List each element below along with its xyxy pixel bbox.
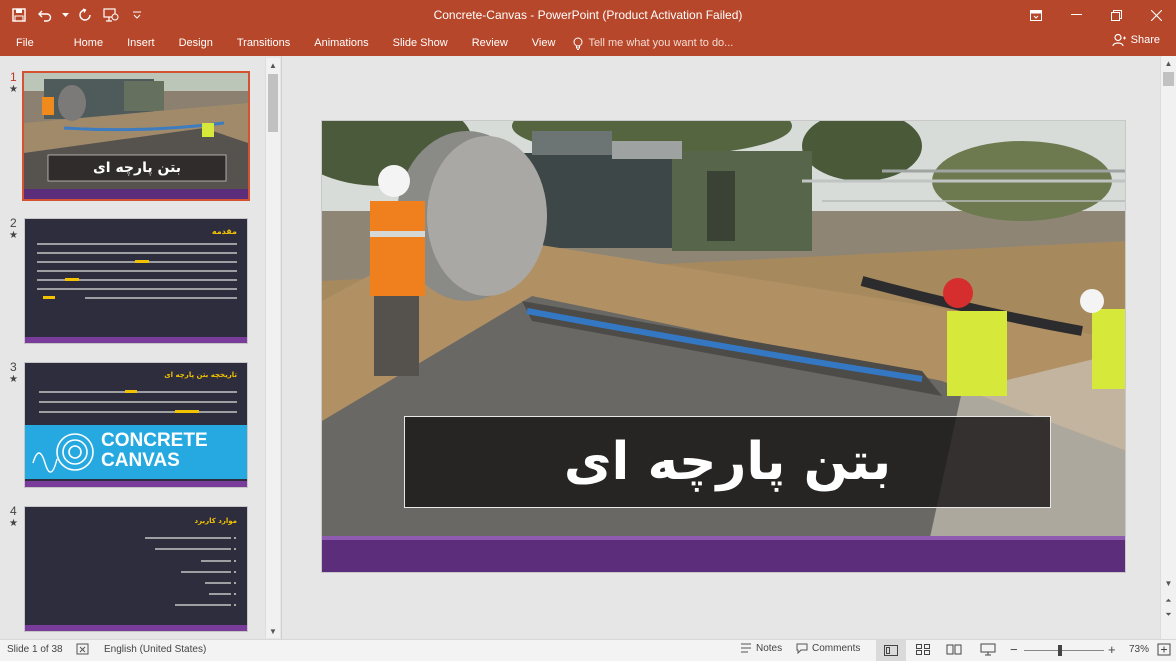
title-bar: Concrete-Canvas - PowerPoint (Product Ac… xyxy=(0,0,1176,30)
slide-title: بتن پارچه ای xyxy=(563,432,892,492)
comments-button[interactable]: Comments xyxy=(796,643,860,654)
comments-label: Comments xyxy=(812,643,861,654)
tab-transitions[interactable]: Transitions xyxy=(225,37,302,49)
thumbnail-number: 2 xyxy=(10,216,17,230)
slide-scrollbar[interactable]: ▲ ▼ ⏶ ⏷ xyxy=(1160,56,1176,639)
window-title: Concrete-Canvas - PowerPoint (Product Ac… xyxy=(433,8,743,22)
previous-slide-icon[interactable]: ⏶ xyxy=(1161,594,1176,608)
minimize-icon[interactable] xyxy=(1056,0,1096,30)
scroll-thumb[interactable] xyxy=(268,74,278,132)
thumbnail-slide-1[interactable]: بتن پارچه ای xyxy=(22,71,250,201)
slideshow-view-icon[interactable] xyxy=(980,643,996,659)
notes-icon xyxy=(741,643,751,653)
status-bar: Slide 1 of 38 English (United States) No… xyxy=(0,639,1176,661)
thumbnail-slide-2[interactable]: مقدمه xyxy=(24,218,248,344)
close-icon[interactable] xyxy=(1136,0,1176,30)
share-label: Share xyxy=(1130,34,1160,46)
thumbnail-title: بتن پارچه ای xyxy=(92,160,182,176)
scroll-down-icon[interactable]: ▼ xyxy=(1161,576,1176,590)
share-button[interactable]: Share xyxy=(1112,33,1160,47)
lightbulb-icon xyxy=(573,37,583,50)
fit-slide-icon[interactable] xyxy=(1157,643,1171,659)
tab-slide-show[interactable]: Slide Show xyxy=(381,37,460,49)
tab-file[interactable]: File xyxy=(0,37,50,49)
logo-line-1: CONCRETE xyxy=(101,430,208,451)
comment-icon xyxy=(796,643,808,654)
ribbon-tabs: File Home Insert Design Transitions Anim… xyxy=(0,30,733,56)
zoom-level[interactable]: 73% xyxy=(1129,644,1149,655)
tab-home[interactable]: Home xyxy=(62,37,115,49)
thumbnail-scrollbar[interactable]: ▲ ▼ xyxy=(265,58,280,638)
thumbnail-number: 3 xyxy=(10,360,17,374)
ribbon-tab-bar: File Home Insert Design Transitions Anim… xyxy=(0,30,1176,56)
animation-star-icon: ★ xyxy=(9,518,18,529)
thumbnail-number: 4 xyxy=(10,504,17,518)
tell-me-text: Tell me what you want to do... xyxy=(588,37,734,49)
animation-star-icon: ★ xyxy=(9,84,18,95)
slide-thumbnail-pane: 1 ★ بتن پارچه ای 2 ★ مقدمه 3 ★ تاریخچه ب… xyxy=(0,56,282,639)
person-icon xyxy=(1112,33,1126,47)
reading-view-icon[interactable] xyxy=(946,644,962,658)
slide-title-box[interactable]: بتن پارچه ای xyxy=(404,416,1051,508)
spell-check-icon[interactable] xyxy=(76,643,90,658)
normal-view-icon xyxy=(884,645,898,656)
animation-star-icon: ★ xyxy=(9,230,18,241)
language-indicator[interactable]: English (United States) xyxy=(104,644,206,655)
thumbnail-slide-3[interactable]: تاریخچه بتن پارچه ای CONCRETE CANVAS xyxy=(24,362,248,488)
slide-sorter-icon[interactable] xyxy=(916,644,930,658)
ribbon-display-options-icon[interactable] xyxy=(1016,0,1056,30)
tab-design[interactable]: Design xyxy=(167,37,225,49)
notes-button[interactable]: Notes xyxy=(740,643,782,654)
scroll-up-icon[interactable]: ▲ xyxy=(1161,56,1176,70)
scroll-up-icon[interactable]: ▲ xyxy=(266,58,280,72)
tab-animations[interactable]: Animations xyxy=(302,37,380,49)
zoom-slider-thumb[interactable] xyxy=(1058,645,1062,656)
window-controls xyxy=(1016,0,1176,30)
thumbnail-text-lines xyxy=(25,243,247,343)
tab-insert[interactable]: Insert xyxy=(115,37,167,49)
thumbnail-slide-4[interactable]: موارد کاربرد xyxy=(24,506,248,632)
normal-view-button[interactable] xyxy=(876,640,906,661)
logo-line-2: CANVAS xyxy=(101,450,180,471)
thumbnail-number: 1 xyxy=(10,70,17,84)
zoom-slider-track[interactable] xyxy=(1024,650,1104,651)
zoom-out-icon[interactable]: − xyxy=(1010,642,1018,657)
tab-view[interactable]: View xyxy=(520,37,568,49)
scroll-thumb[interactable] xyxy=(1163,72,1174,86)
scroll-down-icon[interactable]: ▼ xyxy=(266,624,280,638)
thumbnail-bullet-lines xyxy=(25,537,247,631)
slide-counter: Slide 1 of 38 xyxy=(7,644,63,655)
restore-icon[interactable] xyxy=(1096,0,1136,30)
animation-star-icon: ★ xyxy=(9,374,18,385)
zoom-in-icon[interactable]: + xyxy=(1108,642,1116,657)
tab-review[interactable]: Review xyxy=(460,37,520,49)
next-slide-icon[interactable]: ⏷ xyxy=(1161,608,1176,622)
main-slide[interactable]: بتن پارچه ای xyxy=(321,120,1126,573)
notes-label: Notes xyxy=(756,643,783,654)
tell-me-box[interactable]: Tell me what you want to do... xyxy=(573,37,733,50)
